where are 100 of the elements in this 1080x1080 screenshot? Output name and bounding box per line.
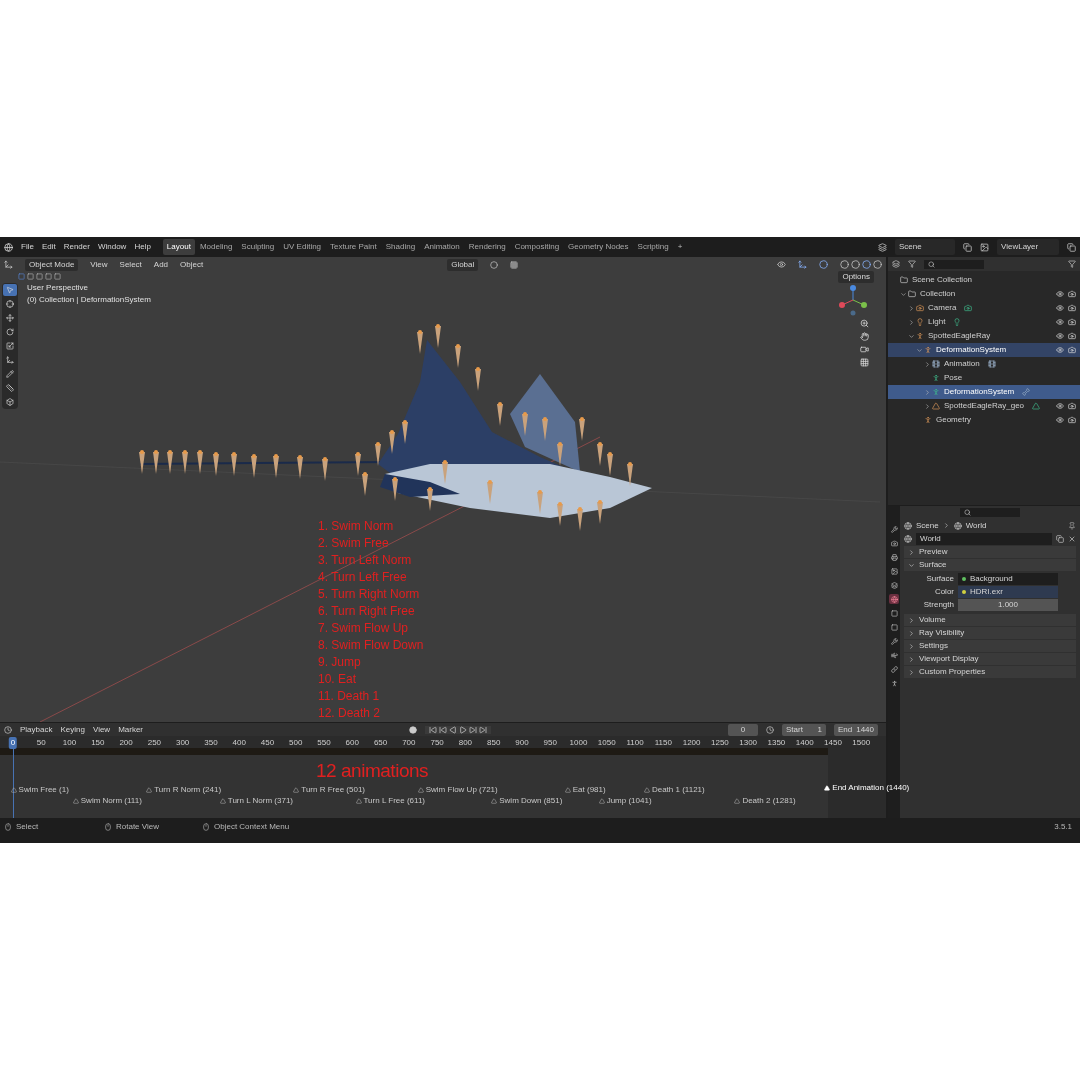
menu-item[interactable]: Help [134, 241, 151, 253]
timeline-marker[interactable]: Turn R Norm (241) [146, 784, 222, 796]
menu-item[interactable]: Playback [20, 723, 53, 736]
outliner-item-label[interactable]: SpottedEagleRay [928, 330, 991, 342]
search-field[interactable] [960, 508, 1020, 517]
previous-keyframe-icon[interactable] [439, 725, 448, 734]
workspace-tab[interactable]: Texture Paint [326, 239, 381, 255]
rotate-tool-button[interactable] [3, 326, 17, 338]
outliner-item-label[interactable]: Collection [920, 288, 956, 300]
menu-item[interactable]: Edit [41, 241, 56, 253]
timeline-marker[interactable]: Swim Flow Up (721) [417, 784, 498, 796]
scene-icon[interactable] [878, 242, 887, 252]
measure-tool-button[interactable] [3, 382, 17, 394]
menu-item[interactable]: Marker [118, 723, 144, 736]
close-icon[interactable] [1068, 534, 1076, 543]
workspace-tab[interactable]: Scripting [633, 239, 673, 255]
camera-icon[interactable] [1068, 318, 1076, 326]
camera-icon[interactable] [1068, 332, 1076, 340]
outliner-item-label[interactable]: Scene Collection [912, 274, 973, 286]
physics-tab[interactable] [889, 650, 899, 660]
menu-item[interactable]: View [90, 258, 108, 271]
pin-icon[interactable] [1068, 521, 1076, 530]
timeline-marker[interactable]: Eat (981) [564, 784, 606, 796]
camera-icon[interactable] [1068, 416, 1076, 424]
camera-icon[interactable] [1068, 402, 1076, 410]
workspace-tab[interactable]: Geometry Nodes [564, 239, 633, 255]
eye-icon[interactable] [1056, 304, 1064, 312]
workspace-tab[interactable]: Rendering [464, 239, 510, 255]
eye-icon[interactable] [1056, 402, 1064, 410]
outliner-row[interactable]: SpottedEagleRay [888, 329, 1080, 343]
timeline-marker[interactable]: Turn L Free (611) [355, 795, 426, 807]
workspace-tab[interactable]: Sculpting [237, 239, 279, 255]
menu-item[interactable]: Select [119, 258, 142, 271]
workspace-tab[interactable]: Animation [420, 239, 464, 255]
menu-item[interactable]: Object [180, 258, 204, 271]
outliner-row[interactable]: Scene Collection [888, 273, 1080, 287]
modifiers-tab[interactable] [889, 636, 899, 646]
outliner-row[interactable]: DeformationSystem [888, 343, 1080, 357]
timeline-marker[interactable]: Swim Free (1) [10, 784, 69, 796]
outliner-item-label[interactable]: Geometry [936, 414, 972, 426]
camera-icon[interactable] [1068, 346, 1076, 354]
orientation-dropdown[interactable]: Global [447, 258, 479, 271]
menu-item[interactable]: File [21, 241, 34, 253]
new-view-layer-icon[interactable] [1067, 242, 1076, 252]
viewport[interactable] [0, 257, 886, 722]
play-reverse-icon[interactable] [449, 725, 458, 734]
jump-end-icon[interactable] [479, 725, 488, 734]
editor-type-icon[interactable] [4, 260, 13, 269]
outliner-item-label[interactable]: Light [928, 316, 946, 328]
stopwatch-icon[interactable] [766, 725, 774, 734]
timeline-marker[interactable]: Jump (1041) [598, 795, 652, 807]
camera-icon[interactable] [1068, 304, 1076, 312]
editor-type-icon[interactable] [4, 725, 12, 734]
menu-item[interactable]: Add [153, 258, 169, 271]
menu-item[interactable]: View [92, 723, 111, 736]
view-layer-field[interactable]: ViewLayer [997, 239, 1059, 255]
menu-item[interactable]: Window [97, 241, 127, 253]
outliner-item-label[interactable]: DeformationSystem [936, 344, 1007, 356]
jump-start-icon[interactable] [429, 725, 438, 734]
scale-tool-button[interactable] [3, 340, 17, 352]
timeline-marker[interactable]: Swim Down (851) [491, 795, 563, 807]
mode-dropdown[interactable]: Object Mode [25, 258, 79, 271]
overlay-toggle-icon[interactable] [819, 260, 828, 269]
timeline-marker[interactable]: Swim Norm (111) [72, 795, 142, 807]
app-logo-icon[interactable] [4, 242, 13, 252]
hand-icon[interactable] [860, 332, 869, 341]
snap-icon[interactable] [510, 260, 519, 269]
outliner-row[interactable]: Animation [888, 357, 1080, 371]
animation-data-icon[interactable] [987, 360, 996, 368]
move-tool-button[interactable] [3, 312, 17, 324]
annotate-tool-button[interactable] [3, 368, 17, 380]
scene-field[interactable]: Scene [895, 239, 955, 255]
eye-icon[interactable] [1056, 332, 1064, 340]
visibility-icon[interactable] [777, 260, 786, 269]
camera-data-icon[interactable] [964, 304, 973, 312]
world-icon[interactable] [904, 534, 912, 543]
add-workspace-button[interactable]: + [673, 241, 687, 253]
display-mode-icon[interactable] [892, 260, 900, 268]
options-button[interactable]: Options [838, 271, 874, 283]
outliner-item-label[interactable]: DeformationSystem [944, 386, 1015, 398]
eye-icon[interactable] [1056, 318, 1064, 326]
outliner-row[interactable]: Light [888, 315, 1080, 329]
panel-header[interactable]: Viewport Display [904, 653, 1076, 665]
filter-icon[interactable] [908, 260, 916, 268]
camera-view-icon[interactable] [860, 345, 869, 354]
cursor-tool-button[interactable] [3, 298, 17, 310]
transform-tool-button[interactable] [3, 354, 17, 366]
timeline-marker[interactable]: Death 2 (1281) [734, 795, 796, 807]
panel-header[interactable]: Settings [904, 640, 1076, 652]
navigation-gizmo-icon[interactable] [836, 283, 870, 317]
timeline-marker[interactable]: Turn R Free (501) [293, 784, 366, 796]
duplicate-icon[interactable] [1056, 534, 1064, 543]
outliner-row[interactable]: Collection [888, 287, 1080, 301]
end-frame-field[interactable]: End 1440 [834, 723, 878, 736]
eye-icon[interactable] [1056, 416, 1064, 424]
select-tool-button[interactable] [3, 284, 17, 296]
workspace-tab[interactable]: Compositing [510, 239, 564, 255]
outliner-row[interactable]: DeformationSystem [888, 385, 1080, 399]
record-icon[interactable] [409, 725, 418, 734]
workspace-tab[interactable]: UV Editing [279, 239, 326, 255]
